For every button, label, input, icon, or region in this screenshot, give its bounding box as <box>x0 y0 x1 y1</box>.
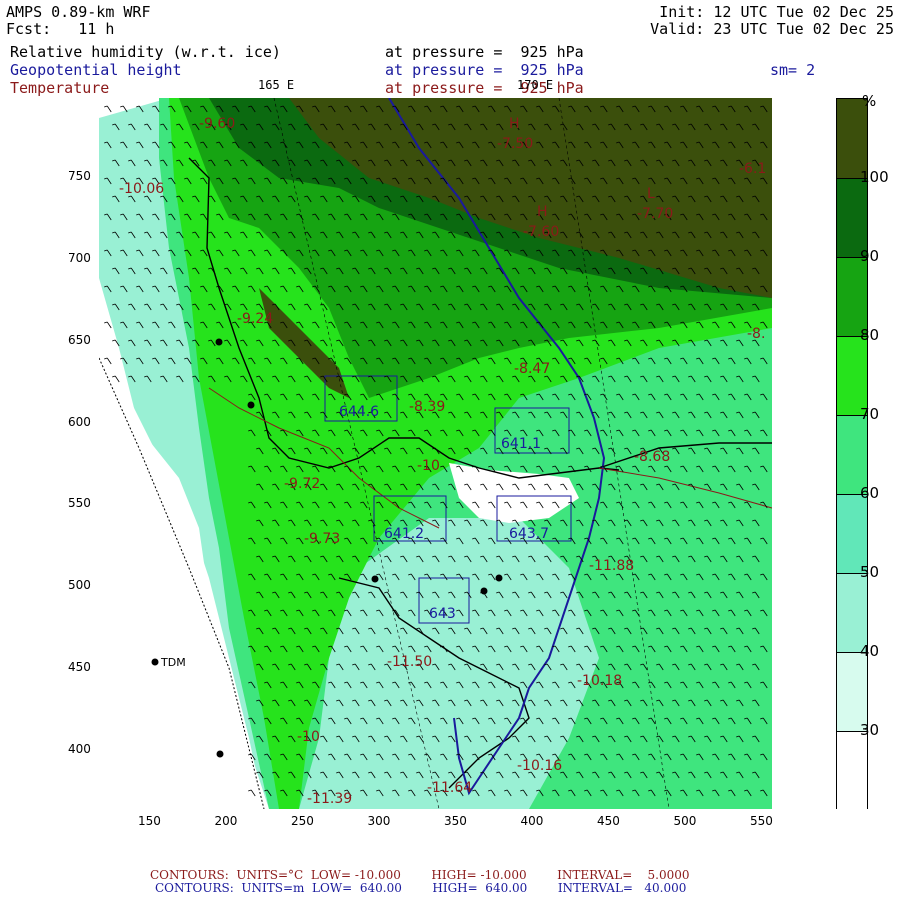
temperature-label: -11.88 <box>589 558 634 574</box>
station-dot <box>495 574 503 582</box>
colorbar-segment <box>837 178 867 257</box>
colorbar-segment <box>837 99 867 178</box>
temperature-label: -8. <box>747 326 765 342</box>
x-tick-label: 250 <box>291 814 314 828</box>
temperature-label: -8.68 <box>634 449 670 465</box>
temperature-label: -11.39 <box>307 791 352 807</box>
station-dot <box>215 338 223 346</box>
height-label: 643.7 <box>509 526 549 542</box>
colorbar-segment <box>837 494 867 573</box>
field-height-level: at pressure = 925 hPa <box>385 61 584 79</box>
x-tick-label: 350 <box>444 814 467 828</box>
temperature-label: -9.72 <box>284 476 320 492</box>
station-dot <box>216 750 224 758</box>
x-tick-label: 550 <box>750 814 773 828</box>
header-fcst: Fcst: 11 h <box>6 20 115 38</box>
x-tick-label: 400 <box>520 814 544 828</box>
colorbar-segment <box>837 731 867 810</box>
header-init: Init: 12 UTC Tue 02 Dec 25 <box>659 3 894 21</box>
colorbar-segment <box>837 336 867 415</box>
y-tick-label: 500 <box>68 578 91 593</box>
station-label-tdm: TDM <box>160 656 186 669</box>
x-tick-label: 500 <box>673 814 697 828</box>
height-label: 644.6 <box>339 404 379 420</box>
meridian-east-label: 170 E <box>517 78 554 92</box>
colorbar-label: 60 <box>860 484 880 502</box>
field-rh-level: at pressure = 925 hPa <box>385 43 584 61</box>
temperature-label: -7.60 <box>523 224 559 240</box>
temperature-label: -7.50 <box>497 136 533 152</box>
colorbar-label: 90 <box>860 247 880 265</box>
colorbar-unit: % <box>862 92 877 110</box>
x-tick-label: 450 <box>597 814 620 828</box>
colorbar-label: 50 <box>860 563 880 581</box>
station-dot-tdm <box>151 658 159 666</box>
temperature-label: -10 <box>297 729 320 745</box>
temperature-label: H <box>509 116 520 132</box>
x-tick-label: 200 <box>214 814 238 828</box>
y-tick-label: 700 <box>68 250 91 265</box>
height-label: 641.2 <box>384 526 424 542</box>
y-tick-label: 400 <box>68 742 91 756</box>
y-tick-label: 750 <box>68 169 91 183</box>
temperature-label: -7.70 <box>637 206 673 222</box>
station-dot <box>247 401 255 409</box>
field-temp-name: Temperature <box>10 79 110 97</box>
field-temp-level: at pressure = 925 hPa <box>385 79 584 97</box>
footer-temp-contours: CONTOURS: UNITS=°C LOW= -10.000 HIGH= -1… <box>150 868 690 882</box>
height-label: 643 <box>429 606 456 622</box>
temperature-label: -11.50 <box>387 654 432 670</box>
smoothing-label: sm= 2 <box>770 61 816 79</box>
header-valid: Valid: 23 UTC Tue 02 Dec 25 <box>650 20 894 38</box>
colorbar-label: 70 <box>860 405 880 423</box>
temperature-label: -10.18 <box>577 673 622 689</box>
colorbar-segment <box>837 652 867 731</box>
field-height-name: Geopotential height <box>10 61 182 79</box>
height-label: 641.1 <box>501 436 541 452</box>
colorbar-label: 100 <box>860 168 889 186</box>
temperature-label: H <box>537 204 548 220</box>
temperature-label: L <box>647 186 655 202</box>
colorbar-segment <box>837 573 867 652</box>
footer-height-contours: CONTOURS: UNITS=m LOW= 640.00 HIGH= 640.… <box>155 881 687 895</box>
colorbar-label: 30 <box>860 721 880 739</box>
colorbar-label: 40 <box>860 642 880 660</box>
temperature-label: -6.1 <box>739 161 766 177</box>
humidity-map: H -7.50 H -7.60 L -7.70 -10.06 -9.24 -8.47 -8.39 -… <box>99 98 772 809</box>
temperature-label: -9.24 <box>237 311 273 327</box>
colorbar <box>836 98 868 810</box>
temperature-label: -8.39 <box>409 399 445 415</box>
x-tick-label: 300 <box>367 814 391 828</box>
temperature-label: -9.73 <box>304 531 340 547</box>
y-tick-label: 450 <box>68 660 91 675</box>
colorbar-segment <box>837 415 867 494</box>
station-dot <box>371 575 379 583</box>
temperature-label: -10.16 <box>517 758 562 774</box>
temperature-label: -11.64 <box>427 780 472 796</box>
header-model: AMPS 0.89-km WRF <box>6 3 151 21</box>
temperature-label: -8.47 <box>514 361 550 377</box>
meridian-west-label: 165 E <box>258 78 295 92</box>
colorbar-segment <box>837 257 867 336</box>
x-tick-label: 150 <box>138 814 161 828</box>
field-rh-name: Relative humidity (w.r.t. ice) <box>10 43 281 61</box>
temperature-label: -10 <box>417 458 440 474</box>
y-tick-label: 550 <box>68 496 91 511</box>
temperature-label: -10.06 <box>119 181 164 197</box>
colorbar-label: 80 <box>860 326 880 344</box>
y-tick-label: 650 <box>68 332 91 347</box>
y-tick-label: 600 <box>68 414 91 429</box>
temperature-label: -9.60 <box>199 116 235 132</box>
